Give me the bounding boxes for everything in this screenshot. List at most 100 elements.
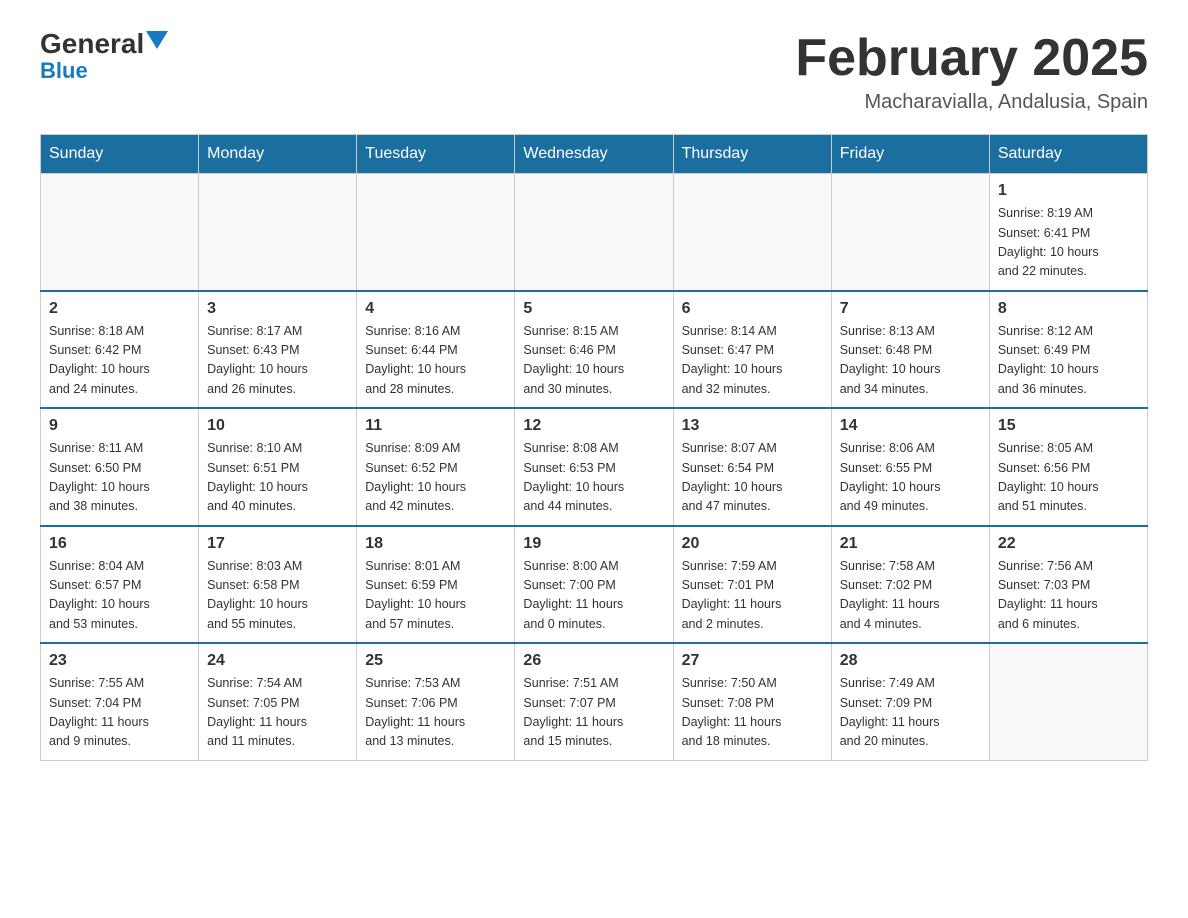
calendar-cell: 12 Sunrise: 8:08 AM Sunset: 6:53 PM Dayli… <box>515 408 673 526</box>
day-number: 7 <box>840 300 981 318</box>
calendar-cell <box>831 174 989 291</box>
day-number: 11 <box>365 417 506 435</box>
day-number: 16 <box>49 535 190 553</box>
header-wednesday: Wednesday <box>515 135 673 174</box>
calendar-week-row: 9 Sunrise: 8:11 AM Sunset: 6:50 PM Daylig… <box>41 408 1148 526</box>
day-number: 14 <box>840 417 981 435</box>
day-number: 8 <box>998 300 1139 318</box>
day-number: 1 <box>998 182 1139 200</box>
day-info: Sunrise: 8:11 AM Sunset: 6:50 PM Dayligh… <box>49 439 190 517</box>
logo-blue: Blue <box>40 58 88 84</box>
day-number: 28 <box>840 652 981 670</box>
calendar-cell: 1 Sunrise: 8:19 AM Sunset: 6:41 PM Daylig… <box>989 174 1147 291</box>
calendar-cell: 22 Sunrise: 7:56 AM Sunset: 7:03 PM Dayli… <box>989 526 1147 644</box>
calendar-cell: 2 Sunrise: 8:18 AM Sunset: 6:42 PM Daylig… <box>41 291 199 409</box>
day-info: Sunrise: 7:49 AM Sunset: 7:09 PM Dayligh… <box>840 674 981 752</box>
day-info: Sunrise: 7:50 AM Sunset: 7:08 PM Dayligh… <box>682 674 823 752</box>
day-number: 5 <box>523 300 664 318</box>
calendar-cell: 23 Sunrise: 7:55 AM Sunset: 7:04 PM Dayli… <box>41 643 199 760</box>
calendar-week-row: 23 Sunrise: 7:55 AM Sunset: 7:04 PM Dayli… <box>41 643 1148 760</box>
calendar-cell: 20Sunrise: 7:59 AM Sunset: 7:01 PM Dayli… <box>673 526 831 644</box>
day-number: 26 <box>523 652 664 670</box>
day-number: 18 <box>365 535 506 553</box>
day-info: Sunrise: 8:19 AM Sunset: 6:41 PM Dayligh… <box>998 204 1139 282</box>
day-number: 22 <box>998 535 1139 553</box>
calendar-cell: 16 Sunrise: 8:04 AM Sunset: 6:57 PM Dayli… <box>41 526 199 644</box>
day-info: Sunrise: 8:12 AM Sunset: 6:49 PM Dayligh… <box>998 322 1139 400</box>
day-info: Sunrise: 7:54 AM Sunset: 7:05 PM Dayligh… <box>207 674 348 752</box>
calendar-week-row: 2 Sunrise: 8:18 AM Sunset: 6:42 PM Daylig… <box>41 291 1148 409</box>
calendar-cell: 7 Sunrise: 8:13 AM Sunset: 6:48 PM Daylig… <box>831 291 989 409</box>
month-title: February 2025 <box>795 30 1148 87</box>
day-info: Sunrise: 8:16 AM Sunset: 6:44 PM Dayligh… <box>365 322 506 400</box>
day-number: 13 <box>682 417 823 435</box>
calendar-cell: 9 Sunrise: 8:11 AM Sunset: 6:50 PM Daylig… <box>41 408 199 526</box>
calendar-cell <box>673 174 831 291</box>
calendar-cell: 11 Sunrise: 8:09 AM Sunset: 6:52 PM Dayli… <box>357 408 515 526</box>
day-info: Sunrise: 8:14 AM Sunset: 6:47 PM Dayligh… <box>682 322 823 400</box>
calendar-cell: 13 Sunrise: 8:07 AM Sunset: 6:54 PM Dayli… <box>673 408 831 526</box>
calendar-cell <box>357 174 515 291</box>
calendar-table: Sunday Monday Tuesday Wednesday Thursday… <box>40 134 1148 761</box>
calendar-cell: 8 Sunrise: 8:12 AM Sunset: 6:49 PM Daylig… <box>989 291 1147 409</box>
day-number: 23 <box>49 652 190 670</box>
header-tuesday: Tuesday <box>357 135 515 174</box>
day-info: Sunrise: 8:04 AM Sunset: 6:57 PM Dayligh… <box>49 557 190 635</box>
day-number: 24 <box>207 652 348 670</box>
day-info: Sunrise: 7:51 AM Sunset: 7:07 PM Dayligh… <box>523 674 664 752</box>
day-number: 12 <box>523 417 664 435</box>
calendar-cell: 14 Sunrise: 8:06 AM Sunset: 6:55 PM Dayli… <box>831 408 989 526</box>
calendar-cell: 6 Sunrise: 8:14 AM Sunset: 6:47 PM Daylig… <box>673 291 831 409</box>
day-number: 9 <box>49 417 190 435</box>
day-info: Sunrise: 8:07 AM Sunset: 6:54 PM Dayligh… <box>682 439 823 517</box>
day-info: Sunrise: 8:00 AM Sunset: 7:00 PM Dayligh… <box>523 557 664 635</box>
calendar-cell: 17 Sunrise: 8:03 AM Sunset: 6:58 PM Dayli… <box>199 526 357 644</box>
day-number: 25 <box>365 652 506 670</box>
day-number: 21 <box>840 535 981 553</box>
calendar-cell: 28 Sunrise: 7:49 AM Sunset: 7:09 PM Dayli… <box>831 643 989 760</box>
page-header: General Blue February 2025 Macharavialla… <box>40 30 1148 114</box>
calendar-cell: 26 Sunrise: 7:51 AM Sunset: 7:07 PM Dayli… <box>515 643 673 760</box>
day-info: Sunrise: 8:08 AM Sunset: 6:53 PM Dayligh… <box>523 439 664 517</box>
calendar-cell: 10 Sunrise: 8:10 AM Sunset: 6:51 PM Dayli… <box>199 408 357 526</box>
calendar-cell: 19 Sunrise: 8:00 AM Sunset: 7:00 PM Dayli… <box>515 526 673 644</box>
calendar-cell: 27Sunrise: 7:50 AM Sunset: 7:08 PM Dayli… <box>673 643 831 760</box>
day-info: Sunrise: 8:05 AM Sunset: 6:56 PM Dayligh… <box>998 439 1139 517</box>
calendar-week-row: 1 Sunrise: 8:19 AM Sunset: 6:41 PM Daylig… <box>41 174 1148 291</box>
day-info: Sunrise: 8:18 AM Sunset: 6:42 PM Dayligh… <box>49 322 190 400</box>
day-info: Sunrise: 8:17 AM Sunset: 6:43 PM Dayligh… <box>207 322 348 400</box>
calendar-header-row: Sunday Monday Tuesday Wednesday Thursday… <box>41 135 1148 174</box>
day-number: 4 <box>365 300 506 318</box>
day-number: 15 <box>998 417 1139 435</box>
day-info: Sunrise: 7:55 AM Sunset: 7:04 PM Dayligh… <box>49 674 190 752</box>
header-saturday: Saturday <box>989 135 1147 174</box>
day-info: Sunrise: 8:15 AM Sunset: 6:46 PM Dayligh… <box>523 322 664 400</box>
header-thursday: Thursday <box>673 135 831 174</box>
calendar-cell <box>41 174 199 291</box>
day-info: Sunrise: 8:01 AM Sunset: 6:59 PM Dayligh… <box>365 557 506 635</box>
day-info: Sunrise: 8:09 AM Sunset: 6:52 PM Dayligh… <box>365 439 506 517</box>
day-number: 10 <box>207 417 348 435</box>
day-info: Sunrise: 7:59 AM Sunset: 7:01 PM Dayligh… <box>682 557 823 635</box>
day-info: Sunrise: 8:13 AM Sunset: 6:48 PM Dayligh… <box>840 322 981 400</box>
day-info: Sunrise: 7:53 AM Sunset: 7:06 PM Dayligh… <box>365 674 506 752</box>
day-number: 19 <box>523 535 664 553</box>
day-number: 2 <box>49 300 190 318</box>
logo-general: General <box>40 30 144 58</box>
calendar-cell: 25 Sunrise: 7:53 AM Sunset: 7:06 PM Dayli… <box>357 643 515 760</box>
day-number: 17 <box>207 535 348 553</box>
calendar-cell <box>515 174 673 291</box>
calendar-cell: 4 Sunrise: 8:16 AM Sunset: 6:44 PM Daylig… <box>357 291 515 409</box>
day-info: Sunrise: 7:56 AM Sunset: 7:03 PM Dayligh… <box>998 557 1139 635</box>
day-info: Sunrise: 8:03 AM Sunset: 6:58 PM Dayligh… <box>207 557 348 635</box>
day-info: Sunrise: 8:06 AM Sunset: 6:55 PM Dayligh… <box>840 439 981 517</box>
calendar-cell <box>989 643 1147 760</box>
calendar-cell: 5 Sunrise: 8:15 AM Sunset: 6:46 PM Daylig… <box>515 291 673 409</box>
calendar-cell: 18 Sunrise: 8:01 AM Sunset: 6:59 PM Dayli… <box>357 526 515 644</box>
calendar-week-row: 16 Sunrise: 8:04 AM Sunset: 6:57 PM Dayli… <box>41 526 1148 644</box>
calendar-cell: 24 Sunrise: 7:54 AM Sunset: 7:05 PM Dayli… <box>199 643 357 760</box>
header-friday: Friday <box>831 135 989 174</box>
calendar-cell: 3Sunrise: 8:17 AM Sunset: 6:43 PM Daylig… <box>199 291 357 409</box>
day-info: Sunrise: 8:10 AM Sunset: 6:51 PM Dayligh… <box>207 439 348 517</box>
day-number: 6 <box>682 300 823 318</box>
